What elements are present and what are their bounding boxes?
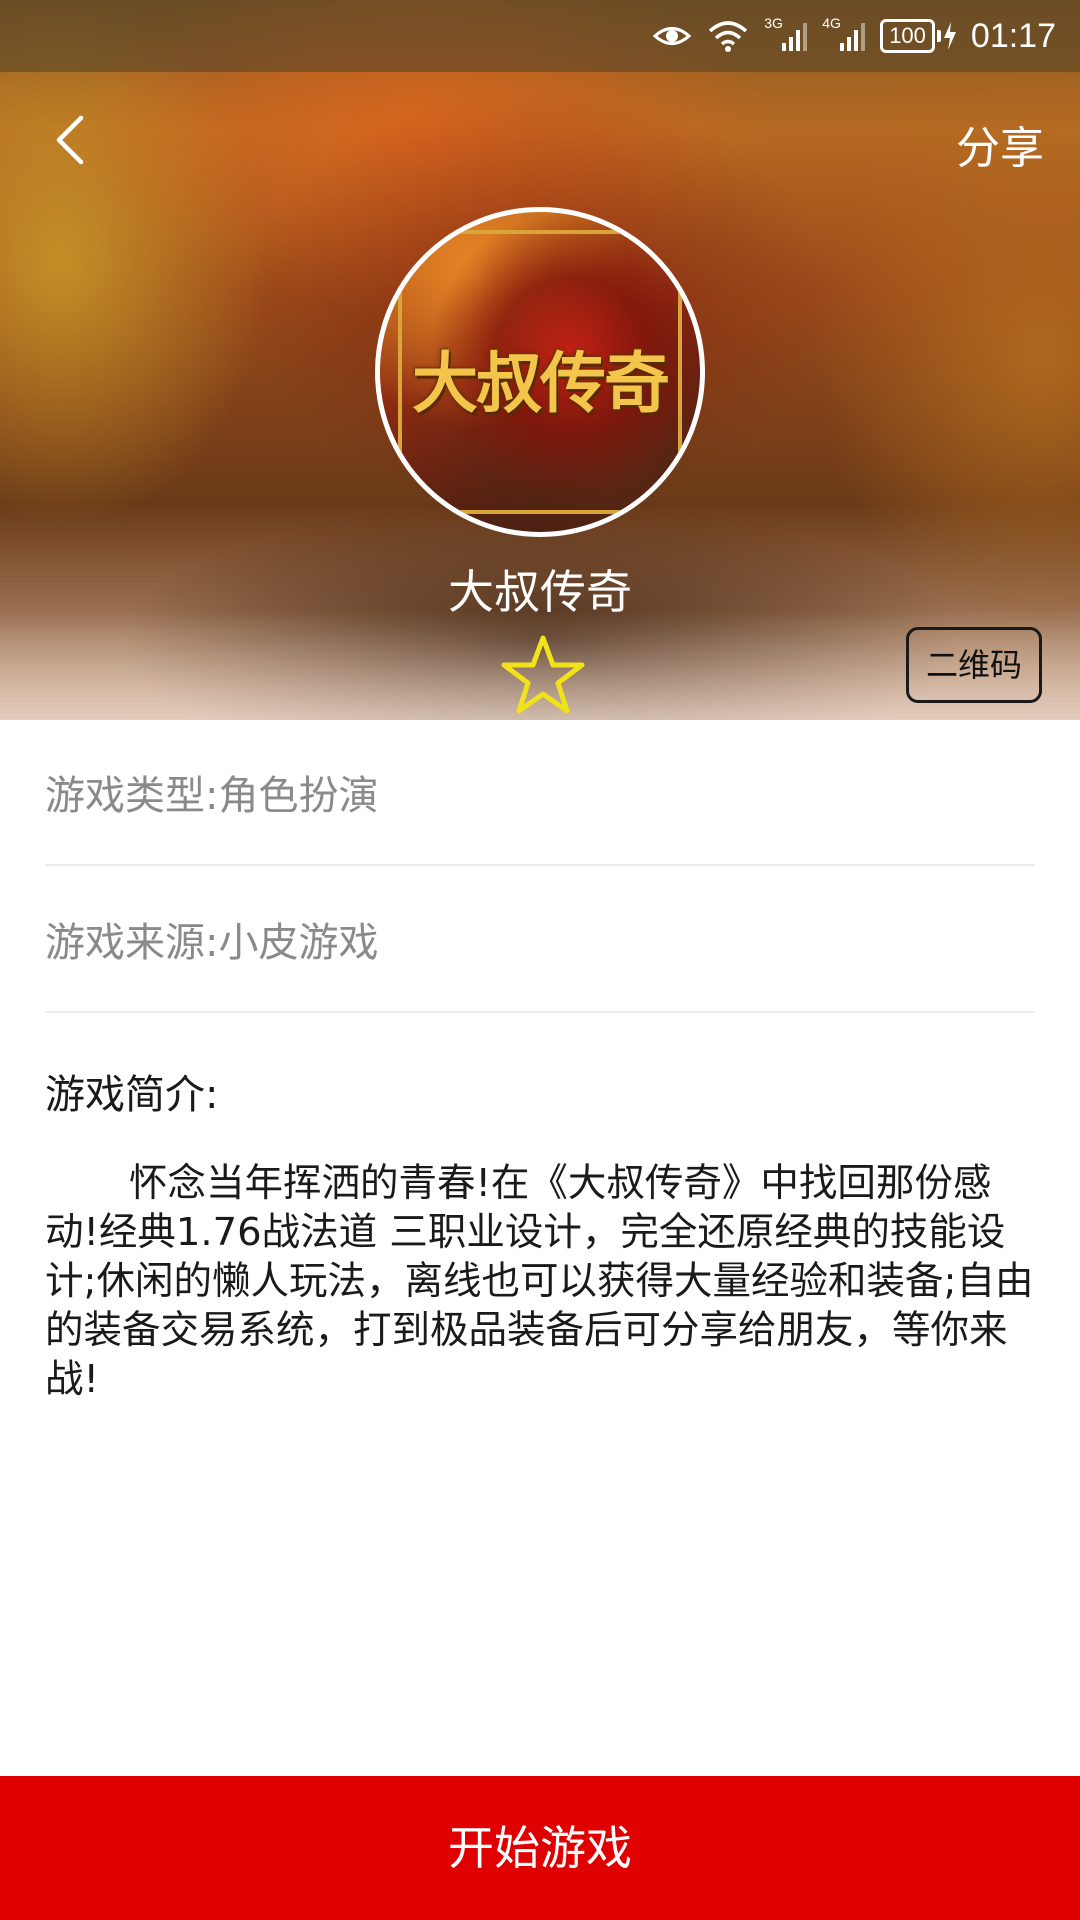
status-bar: 3G 4G 100 01:17 [0,0,1080,72]
wifi-icon [706,19,750,53]
chevron-left-icon [56,115,84,165]
back-button[interactable] [40,108,100,172]
share-button[interactable]: 分享 [956,112,1044,176]
game-type-text: 游戏类型:角色扮演 [45,773,379,819]
game-logo-text: 大叔传奇 [412,344,670,422]
battery-icon: 100 [880,19,957,53]
qrcode-button[interactable]: 二维码 [906,627,1042,703]
network-3g-label: 3G [764,15,783,31]
game-type-row: 游戏类型:角色扮演 [45,720,1035,866]
eye-icon [652,21,692,51]
game-title: 大叔传奇 [448,565,632,619]
network-4g-label: 4G [822,15,841,31]
start-game-button[interactable]: 开始游戏 [0,1776,1080,1920]
game-avatar: 大叔传奇 [375,207,705,537]
game-source-text: 游戏来源:小皮游戏 [45,920,379,966]
intro-heading: 游戏简介: [45,1072,219,1118]
charging-icon [943,22,956,50]
status-icons: 3G 4G 100 01:17 [652,0,1056,72]
favorite-button[interactable] [500,632,586,718]
game-source-row: 游戏来源:小皮游戏 [45,867,1035,1013]
signal-4g-icon: 4G [822,15,866,53]
star-outline-icon [501,635,585,714]
signal-3g-icon: 3G [764,15,808,53]
battery-level: 100 [880,19,935,53]
status-time: 01:17 [970,16,1056,55]
game-detail-screen: 3G 4G 100 01:17 分享 大叔传奇 大叔传奇 二维码 游戏类型:角色… [0,0,1080,1920]
battery-tip [936,30,941,42]
intro-text: 怀念当年挥洒的青春!在《大叔传奇》中找回那份感动!经典1.76战法道 三职业设计… [45,1161,1034,1402]
